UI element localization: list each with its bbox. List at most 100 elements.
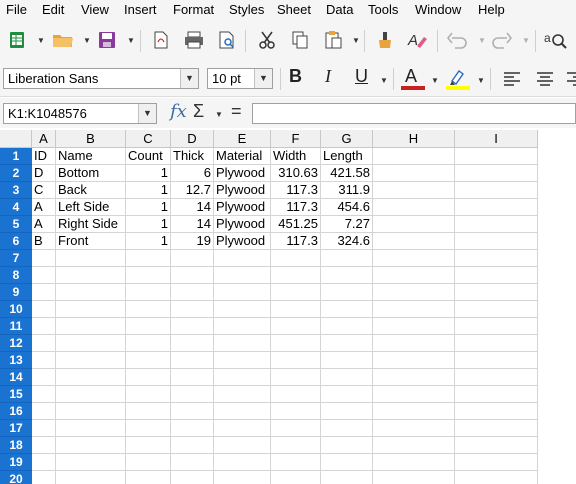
cell-c1[interactable]: Count — [126, 148, 171, 165]
row-header-19[interactable]: 19 — [0, 454, 32, 471]
highlight-dropdown-icon[interactable]: ▼ — [477, 76, 485, 85]
cell-d15[interactable] — [171, 386, 214, 403]
spreadsheet-grid[interactable]: A B C D E F G H I 1 ID Name Count Thick Material Width L… — [0, 130, 576, 484]
cell-d18[interactable] — [171, 437, 214, 454]
cell-d16[interactable] — [171, 403, 214, 420]
cell-b13[interactable] — [56, 352, 126, 369]
paste-dropdown-icon[interactable]: ▼ — [352, 36, 360, 45]
cell-a13[interactable] — [32, 352, 56, 369]
sum-dropdown-icon[interactable]: ▼ — [215, 110, 223, 119]
cell-i1[interactable] — [455, 148, 538, 165]
cell-h8[interactable] — [373, 267, 455, 284]
cell-g4[interactable]: 454.6 — [321, 199, 373, 216]
cell-i8[interactable] — [455, 267, 538, 284]
font-name-combobox[interactable]: Liberation Sans ▼ — [3, 68, 199, 89]
new-dropdown-icon[interactable]: ▼ — [37, 36, 45, 45]
cell-h14[interactable] — [373, 369, 455, 386]
clear-formatting-icon[interactable]: A — [404, 27, 430, 53]
cell-d10[interactable] — [171, 301, 214, 318]
cell-h20[interactable] — [373, 471, 455, 484]
cell-c6[interactable]: 1 — [126, 233, 171, 250]
cell-a15[interactable] — [32, 386, 56, 403]
cell-a20[interactable] — [32, 471, 56, 484]
cell-a19[interactable] — [32, 454, 56, 471]
cell-i11[interactable] — [455, 318, 538, 335]
row-header-1[interactable]: 1 — [0, 148, 32, 165]
cell-c3[interactable]: 1 — [126, 182, 171, 199]
cell-c10[interactable] — [126, 301, 171, 318]
cell-f15[interactable] — [271, 386, 321, 403]
cell-b6[interactable]: Front — [56, 233, 126, 250]
cell-i18[interactable] — [455, 437, 538, 454]
cell-c5[interactable]: 1 — [126, 216, 171, 233]
cell-f5[interactable]: 451.25 — [271, 216, 321, 233]
print-icon[interactable] — [181, 27, 207, 53]
cell-b7[interactable] — [56, 250, 126, 267]
cell-c14[interactable] — [126, 369, 171, 386]
cell-a10[interactable] — [32, 301, 56, 318]
export-pdf-icon[interactable] — [148, 27, 174, 53]
cell-i17[interactable] — [455, 420, 538, 437]
align-left-icon[interactable] — [499, 66, 525, 92]
cell-d8[interactable] — [171, 267, 214, 284]
open-folder-icon[interactable] — [50, 27, 76, 53]
cell-h2[interactable] — [373, 165, 455, 182]
cell-h19[interactable] — [373, 454, 455, 471]
row-header-16[interactable]: 16 — [0, 403, 32, 420]
cell-f6[interactable]: 117.3 — [271, 233, 321, 250]
cell-c17[interactable] — [126, 420, 171, 437]
cell-f10[interactable] — [271, 301, 321, 318]
menu-insert[interactable]: Insert — [124, 2, 157, 17]
cell-g10[interactable] — [321, 301, 373, 318]
cell-g8[interactable] — [321, 267, 373, 284]
cell-i3[interactable] — [455, 182, 538, 199]
cell-d9[interactable] — [171, 284, 214, 301]
open-dropdown-icon[interactable]: ▼ — [83, 36, 91, 45]
cell-h5[interactable] — [373, 216, 455, 233]
cell-a11[interactable] — [32, 318, 56, 335]
cell-b5[interactable]: Right Side — [56, 216, 126, 233]
cell-b20[interactable] — [56, 471, 126, 484]
cell-f20[interactable] — [271, 471, 321, 484]
cell-b12[interactable] — [56, 335, 126, 352]
cell-g6[interactable]: 324.6 — [321, 233, 373, 250]
font-size-combobox[interactable]: 10 pt ▼ — [207, 68, 273, 89]
cell-h13[interactable] — [373, 352, 455, 369]
chevron-down-icon[interactable]: ▼ — [138, 104, 156, 123]
cell-b3[interactable]: Back — [56, 182, 126, 199]
function-wizard-icon[interactable]: fx — [170, 101, 187, 122]
save-icon[interactable] — [94, 27, 120, 53]
cell-e4[interactable]: Plywood — [214, 199, 271, 216]
row-header-7[interactable]: 7 — [0, 250, 32, 267]
clone-formatting-icon[interactable] — [372, 27, 398, 53]
cell-f3[interactable]: 117.3 — [271, 182, 321, 199]
cell-g18[interactable] — [321, 437, 373, 454]
cell-f12[interactable] — [271, 335, 321, 352]
italic-button[interactable]: I — [325, 66, 331, 87]
cell-g17[interactable] — [321, 420, 373, 437]
find-replace-icon[interactable]: a — [543, 27, 569, 53]
cell-c16[interactable] — [126, 403, 171, 420]
cell-h3[interactable] — [373, 182, 455, 199]
cell-b17[interactable] — [56, 420, 126, 437]
cell-d12[interactable] — [171, 335, 214, 352]
cell-c11[interactable] — [126, 318, 171, 335]
name-box[interactable]: K1:K1048576 ▼ — [3, 103, 157, 124]
column-header-c[interactable]: C — [126, 130, 171, 148]
menu-edit[interactable]: Edit — [42, 2, 64, 17]
cell-g15[interactable] — [321, 386, 373, 403]
cell-f19[interactable] — [271, 454, 321, 471]
cell-e10[interactable] — [214, 301, 271, 318]
cell-e17[interactable] — [214, 420, 271, 437]
cell-d13[interactable] — [171, 352, 214, 369]
cell-i20[interactable] — [455, 471, 538, 484]
cell-e20[interactable] — [214, 471, 271, 484]
cell-b10[interactable] — [56, 301, 126, 318]
cell-c13[interactable] — [126, 352, 171, 369]
cell-h15[interactable] — [373, 386, 455, 403]
row-header-4[interactable]: 4 — [0, 199, 32, 216]
cell-b14[interactable] — [56, 369, 126, 386]
cell-d3[interactable]: 12.7 — [171, 182, 214, 199]
formula-icon[interactable]: = — [231, 101, 242, 122]
cell-i10[interactable] — [455, 301, 538, 318]
